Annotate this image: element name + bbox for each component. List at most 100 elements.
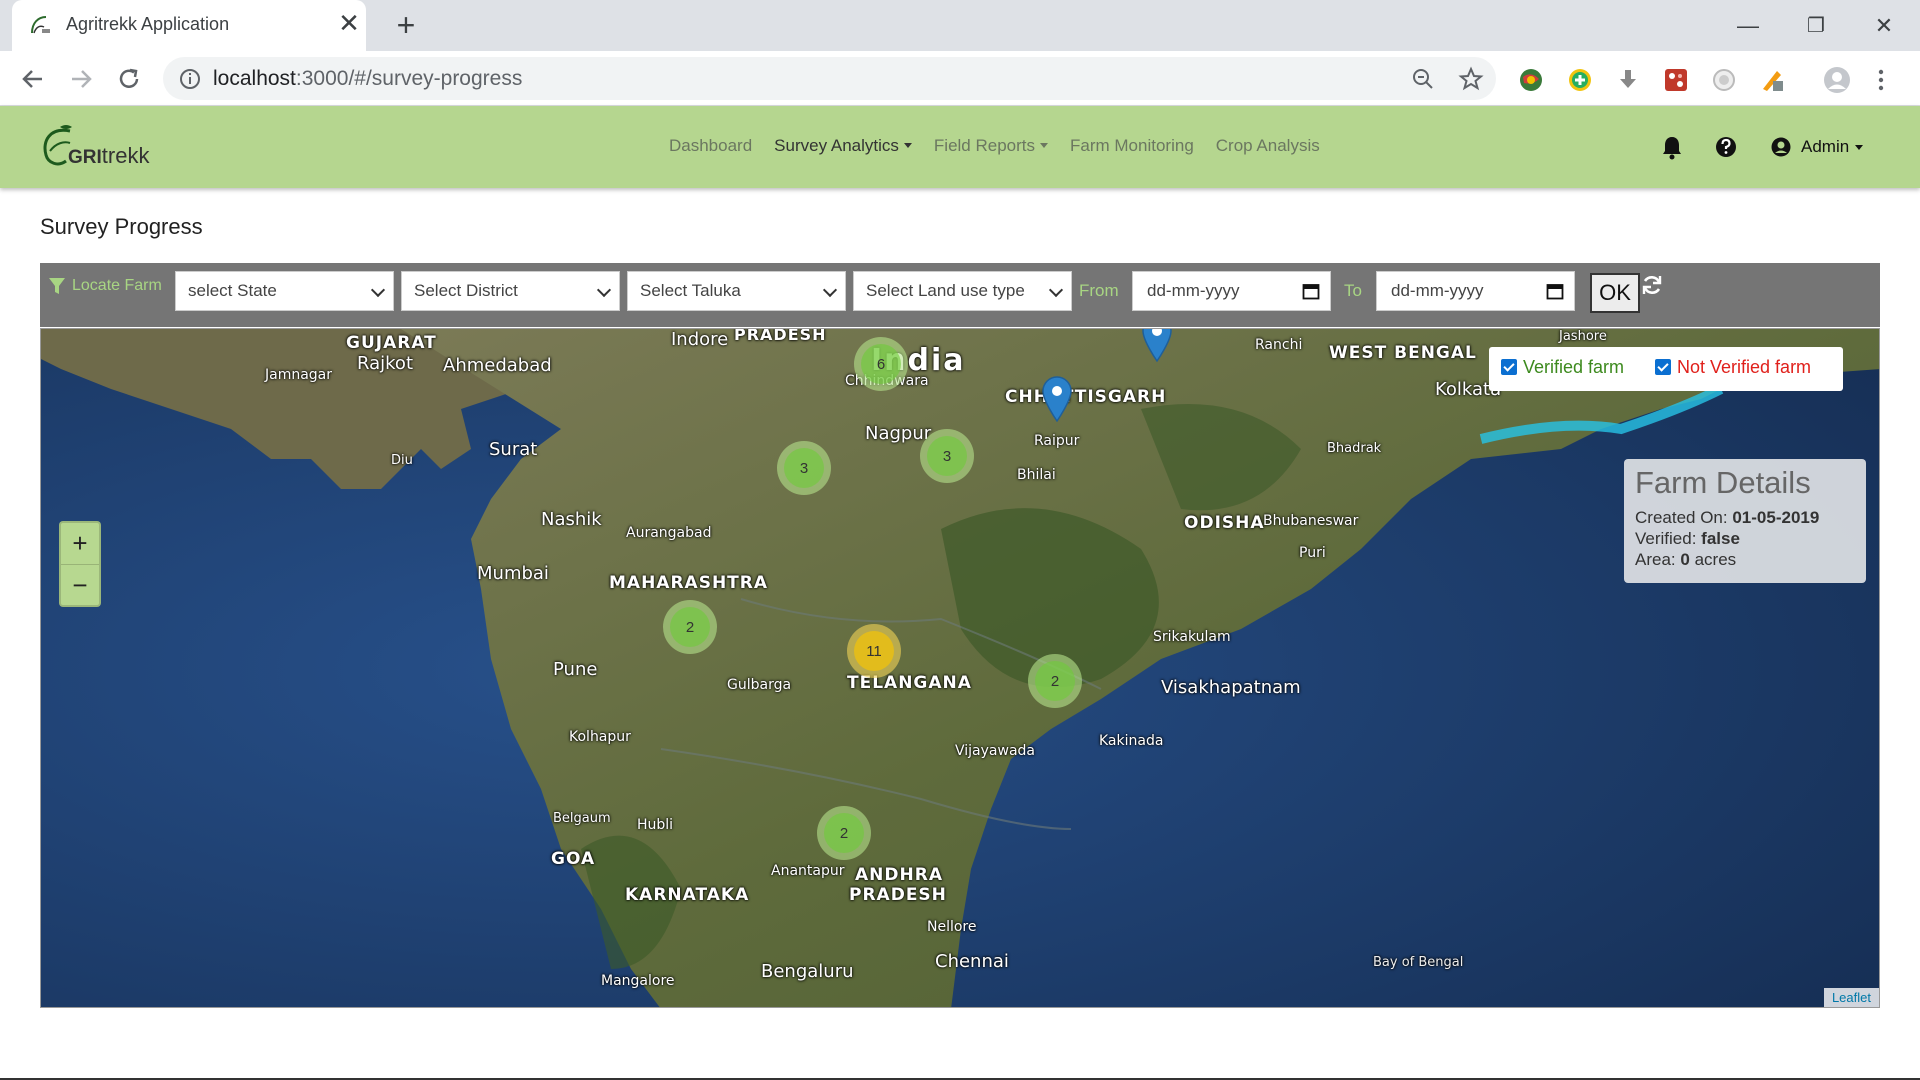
url-path: :3000/#/survey-progress — [295, 67, 523, 90]
extension-pencil-icon[interactable] — [1759, 67, 1785, 93]
nav-survey-analytics[interactable]: Survey Analytics — [774, 136, 912, 160]
browser-tab[interactable]: Agritrekk Application ✕ — [12, 0, 366, 51]
logo-text: GRItrekk — [68, 143, 149, 169]
farm-cluster[interactable]: 6 — [854, 337, 908, 391]
reload-icon[interactable] — [112, 62, 146, 96]
browser-tabstrip: Agritrekk Application ✕ + — ❐ ✕ — [0, 0, 1920, 51]
map-label: Nagpur — [865, 423, 932, 444]
browser-toolbar: localhost:3000/#/survey-progress — [0, 51, 1920, 106]
map-label: Puri — [1299, 545, 1326, 561]
nav-field-reports[interactable]: Field Reports — [934, 136, 1049, 160]
area-unit: acres — [1694, 550, 1737, 569]
calendar-icon[interactable] — [1302, 282, 1320, 300]
nav-farm-monitoring[interactable]: Farm Monitoring — [1070, 136, 1194, 160]
zoom-in-button[interactable]: + — [61, 523, 99, 564]
map-label: Raipur — [1034, 433, 1080, 449]
new-tab-button[interactable]: + — [388, 8, 424, 44]
map-label: Pune — [553, 659, 598, 680]
refresh-icon[interactable] — [1640, 273, 1664, 297]
filter-bar: Locate Farm select State Select District… — [40, 263, 1880, 327]
zoom-out-icon[interactable] — [1410, 66, 1436, 92]
profile-avatar-icon[interactable] — [1824, 67, 1850, 93]
farm-cluster[interactable]: 3 — [920, 429, 974, 483]
map-label: Chennai — [935, 951, 1009, 972]
farm-cluster[interactable]: 2 — [817, 806, 871, 860]
map-label: Jamnagar — [265, 367, 333, 383]
extension-plus-icon[interactable] — [1567, 67, 1593, 93]
map-label: Kolhapur — [569, 729, 631, 745]
user-menu[interactable]: Admin — [1771, 133, 1864, 161]
layer-toggle-panel: Verified farm Not Verified farm — [1489, 347, 1843, 391]
chevron-down-icon — [370, 282, 386, 298]
zoom-out-button[interactable]: − — [61, 564, 99, 605]
farm-cluster[interactable]: 2 — [1028, 654, 1082, 708]
address-bar[interactable]: localhost:3000/#/survey-progress — [163, 57, 1496, 100]
extension-download-icon[interactable] — [1615, 67, 1641, 93]
map-label: Mumbai — [477, 563, 549, 584]
nav-dashboard[interactable]: Dashboard — [669, 136, 752, 160]
to-date-placeholder: dd-mm-yyyy — [1391, 281, 1484, 300]
minimize-icon[interactable]: — — [1730, 8, 1766, 44]
area-row: Area: 0 acres — [1635, 549, 1855, 570]
locate-farm-text: Locate Farm — [72, 277, 162, 294]
farm-cluster[interactable]: 11 — [847, 624, 901, 678]
created-on-row: Created On: 01-05-2019 — [1635, 507, 1855, 528]
taluka-select[interactable]: Select Taluka — [627, 271, 846, 311]
map-label: WEST BENGAL — [1329, 343, 1477, 363]
map-label: Bengaluru — [761, 961, 854, 982]
bookmark-star-icon[interactable] — [1458, 66, 1484, 92]
calendar-icon[interactable] — [1546, 282, 1564, 300]
tab-close-icon[interactable]: ✕ — [336, 10, 362, 36]
logo-text-suffix: trekk — [101, 143, 150, 168]
not-verified-farm-checkbox[interactable] — [1655, 359, 1671, 375]
extension-circle-icon[interactable] — [1711, 67, 1737, 93]
page-title: Survey Progress — [40, 214, 203, 239]
map-label: PRADESH — [849, 885, 947, 905]
district-select[interactable]: Select District — [401, 271, 620, 311]
forward-icon[interactable] — [64, 62, 98, 96]
land-use-select[interactable]: Select Land use type — [853, 271, 1072, 311]
map-label: Aurangabad — [626, 525, 712, 541]
to-date-input[interactable]: dd-mm-yyyy — [1376, 271, 1575, 311]
notification-bell-icon[interactable] — [1661, 133, 1683, 161]
leaflet-attribution-link[interactable]: Leaflet — [1823, 988, 1879, 1007]
info-icon[interactable] — [179, 68, 201, 90]
verified-farm-label[interactable]: Verified farm — [1523, 357, 1624, 378]
help-icon[interactable] — [1715, 133, 1737, 161]
verified-label: Verified: — [1635, 529, 1697, 548]
farm-cluster[interactable]: 3 — [777, 441, 831, 495]
back-icon[interactable] — [16, 62, 50, 96]
survey-map[interactable]: GUJARAT Rajkot Ahmedabad Jamnagar Indore… — [40, 328, 1880, 1008]
extension-puzzle-icon[interactable] — [1663, 67, 1689, 93]
farm-cluster-count: 3 — [927, 436, 967, 476]
extension-globe-icon[interactable] — [1518, 67, 1544, 93]
restore-icon[interactable]: ❐ — [1798, 8, 1834, 44]
nav-crop-analysis-label: Crop Analysis — [1215, 136, 1320, 155]
app-logo[interactable]: GRItrekk — [40, 121, 170, 176]
zoom-control: + − — [59, 521, 101, 607]
state-select[interactable]: select State — [175, 271, 394, 311]
from-label: From — [1079, 281, 1119, 300]
nav-crop-analysis[interactable]: Crop Analysis — [1216, 136, 1320, 160]
map-label: ODISHA — [1184, 513, 1265, 533]
map-pin-icon[interactable] — [1141, 328, 1173, 363]
app-navbar: GRItrekk Dashboard Survey Analytics Fiel… — [0, 106, 1920, 188]
window-close-icon[interactable]: ✕ — [1866, 8, 1902, 44]
user-name: Admin — [1801, 137, 1850, 156]
dropdown-caret-icon — [1855, 144, 1864, 150]
not-verified-farm-label[interactable]: Not Verified farm — [1677, 357, 1811, 378]
farm-cluster[interactable]: 2 — [663, 600, 717, 654]
map-label: Vijayawada — [955, 743, 1035, 759]
ok-button[interactable]: OK — [1590, 273, 1640, 313]
satellite-map-background — [41, 329, 1879, 1007]
from-date-input[interactable]: dd-mm-yyyy — [1132, 271, 1331, 311]
map-pin-icon[interactable] — [1041, 375, 1073, 423]
tab-title: Agritrekk Application — [66, 14, 230, 34]
map-label: Nellore — [927, 919, 977, 935]
nav-farm-monitoring-label: Farm Monitoring — [1070, 136, 1194, 155]
map-label: Rajkot — [357, 353, 413, 374]
browser-menu-icon[interactable] — [1875, 67, 1887, 93]
chevron-down-icon — [1048, 282, 1064, 298]
verified-farm-checkbox[interactable] — [1501, 359, 1517, 375]
locate-farm-label: Locate Farm — [48, 277, 162, 295]
